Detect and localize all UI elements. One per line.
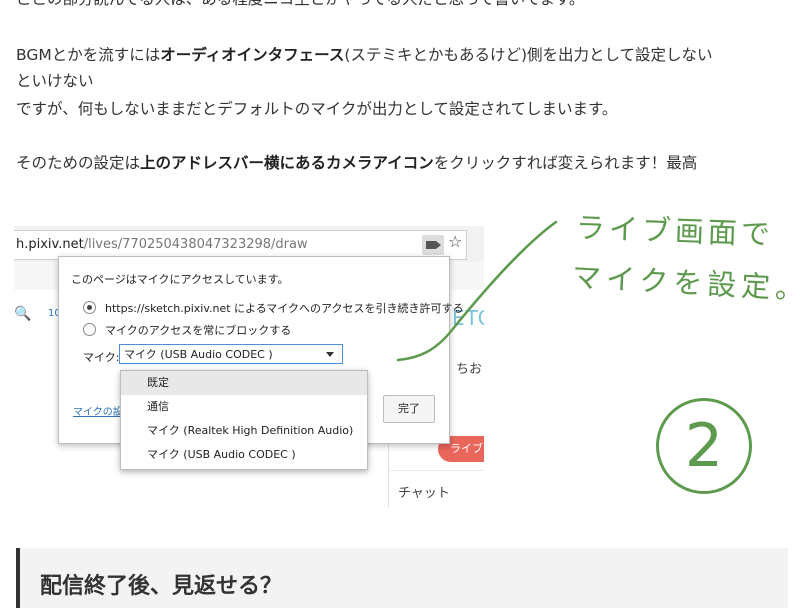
section-heading-box: 配信終了後、見返せる？ <box>16 548 788 608</box>
step-number-circle: 2 <box>656 398 752 494</box>
handwritten-note-line1: ライブ画面で <box>575 210 775 252</box>
section-heading: 配信終了後、見返せる？ <box>40 574 283 599</box>
arrow-curve <box>396 220 558 362</box>
